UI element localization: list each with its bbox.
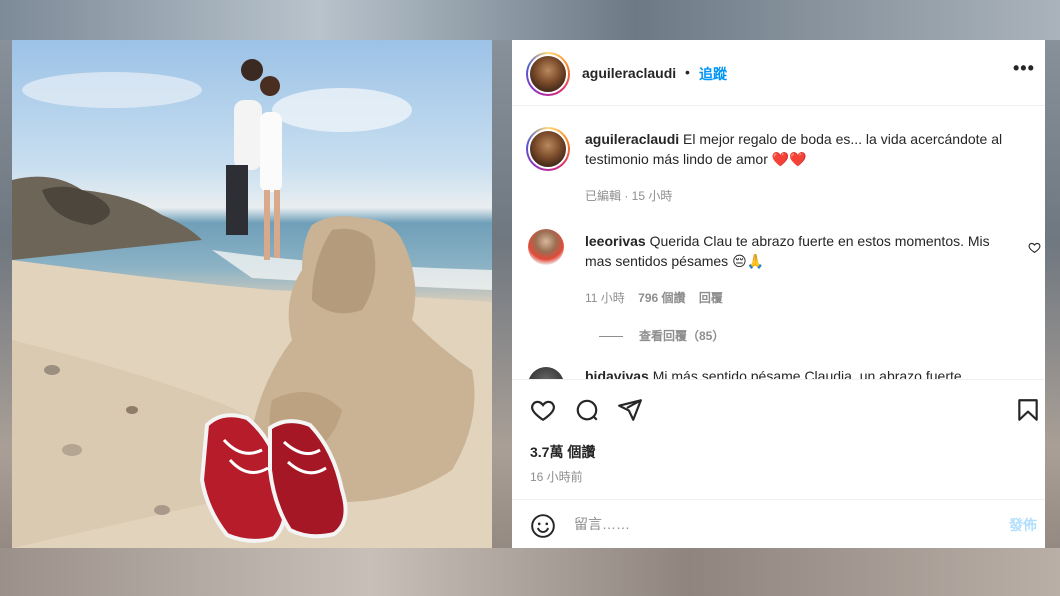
view-replies-button[interactable]: 查看回覆（85）	[599, 327, 724, 344]
comment-item-clipped: bidavivas Mi más sentido pésame Claudia,…	[526, 365, 1036, 379]
background-top-blur	[0, 0, 1060, 40]
comment-text: leeorivas Querida Clau te abrazo fuerte …	[585, 231, 1005, 271]
post-panel: aguileraclaudi • 追蹤 ••• aguileraclaudi E…	[512, 40, 1045, 548]
add-comment-bar: 發佈	[512, 499, 1045, 548]
commenter-avatar[interactable]	[528, 367, 564, 379]
post-comment-button[interactable]: 發佈	[1009, 515, 1037, 535]
likes-count[interactable]: 3.7萬 個讚	[530, 442, 595, 462]
separator-dot: •	[685, 64, 690, 80]
commenter-avatar[interactable]	[528, 229, 564, 265]
comment-time: 11 小時	[585, 291, 625, 305]
comment-body: Querida Clau te abrazo fuerte en estos m…	[585, 233, 990, 269]
comment-text: bidavivas Mi más sentido pésame Claudia,…	[585, 368, 962, 379]
author-avatar[interactable]	[526, 52, 570, 96]
follow-button[interactable]: 追蹤	[699, 64, 727, 84]
comment-icon[interactable]	[574, 397, 600, 423]
comment-body: Mi más sentido pésame Claudia, un abrazo…	[652, 368, 962, 379]
caption-text: aguileraclaudi El mejor regalo de boda e…	[585, 129, 1035, 169]
share-icon[interactable]	[617, 397, 643, 423]
comment-meta: 11 小時 796 個讚 回覆	[585, 289, 733, 306]
caption-meta: 已編輯 · 15 小時	[585, 189, 673, 203]
more-icon[interactable]: •••	[1013, 58, 1035, 79]
caption-avatar[interactable]	[526, 127, 570, 171]
beach-photo	[12, 59, 492, 548]
post-image[interactable]	[12, 40, 492, 548]
commenter-username[interactable]: bidavivas	[585, 368, 649, 379]
comment-input[interactable]	[574, 512, 994, 536]
reply-button[interactable]: 回覆	[699, 291, 723, 305]
emoji-icon[interactable]	[530, 513, 556, 539]
comments-section[interactable]: aguileraclaudi El mejor regalo de boda e…	[512, 107, 1045, 379]
heart-icon[interactable]	[530, 397, 556, 423]
bookmark-icon[interactable]	[1015, 397, 1041, 423]
comment-likes[interactable]: 796 個讚	[638, 291, 685, 305]
comment-like-icon[interactable]	[1028, 241, 1041, 254]
caption-username[interactable]: aguileraclaudi	[585, 131, 679, 147]
post-time: 16 小時前	[530, 470, 583, 484]
commenter-username[interactable]: leeorivas	[585, 233, 646, 249]
view-replies-label: 查看回覆（85）	[639, 329, 725, 343]
action-bar: 3.7萬 個讚 16 小時前	[512, 379, 1045, 499]
background-bottom-blur	[0, 548, 1060, 596]
author-username[interactable]: aguileraclaudi	[582, 65, 676, 81]
replies-line	[599, 336, 623, 338]
post-header: aguileraclaudi • 追蹤 •••	[512, 40, 1045, 106]
